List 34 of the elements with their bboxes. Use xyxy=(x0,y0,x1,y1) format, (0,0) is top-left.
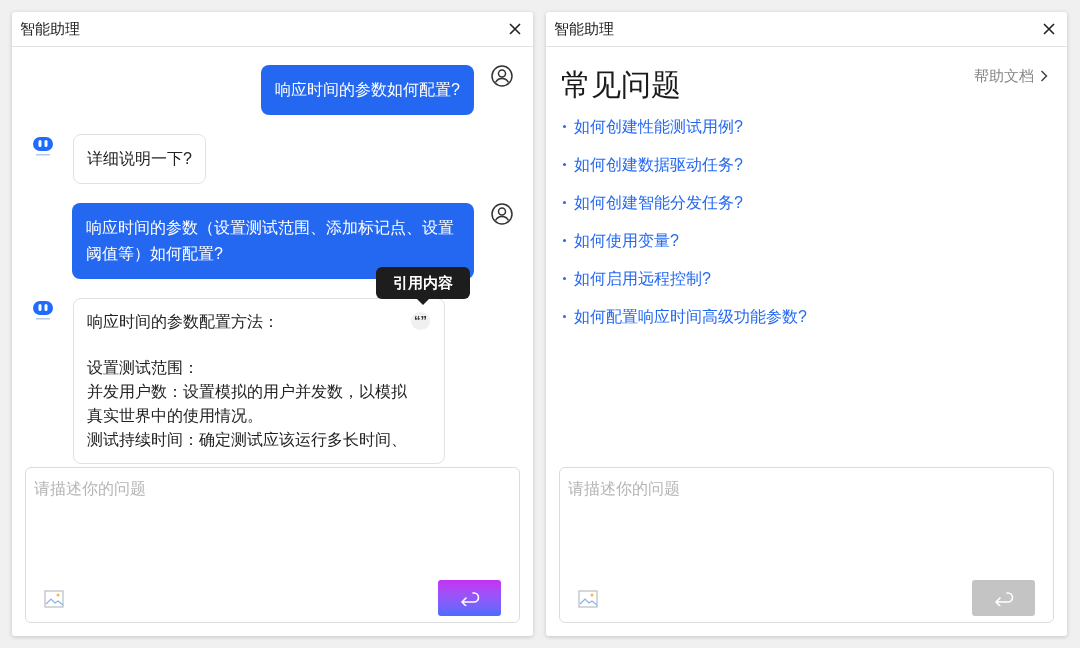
answer-text: 测试持续时间：确定测试应该运行多长时间、 xyxy=(87,430,407,450)
faq-link[interactable]: 如何创建智能分发任务? xyxy=(561,191,1052,214)
enter-icon xyxy=(992,590,1015,606)
faq-link[interactable]: 如何创建性能测试用例? xyxy=(561,115,1052,138)
user-avatar-icon xyxy=(491,203,513,225)
tooltip-pointer xyxy=(417,299,429,305)
send-button[interactable] xyxy=(438,580,501,616)
user-avatar-icon xyxy=(491,65,513,87)
chevron-right-icon xyxy=(1040,70,1048,83)
robot-avatar-icon xyxy=(32,300,54,320)
faq-link[interactable]: 如何使用变量? xyxy=(561,229,1052,252)
faq-link[interactable]: 如何启用远程控制? xyxy=(561,267,1052,290)
help-docs-link[interactable]: 帮助文档 xyxy=(974,65,1048,88)
image-icon[interactable] xyxy=(578,590,598,608)
input-box[interactable]: 请描述你的问题 xyxy=(25,467,520,623)
input-box[interactable]: 请描述你的问题 xyxy=(559,467,1054,623)
quote-button[interactable]: “” xyxy=(411,312,430,330)
robot-avatar-icon xyxy=(32,136,54,156)
panel-title: 智能助理 xyxy=(20,18,80,39)
answer-text: 设置测试范围： xyxy=(87,358,199,378)
close-icon[interactable] xyxy=(509,23,521,35)
user-message: 响应时间的参数如何配置? xyxy=(261,65,474,115)
panel-title: 智能助理 xyxy=(554,18,614,39)
faq-link[interactable]: 如何配置响应时间高级功能参数? xyxy=(561,305,1052,328)
image-icon[interactable] xyxy=(44,590,64,608)
faq-heading: 常见问题 xyxy=(561,67,681,103)
answer-text: 响应时间的参数配置方法： xyxy=(87,312,279,332)
close-icon[interactable] xyxy=(1043,23,1055,35)
assistant-message: 详细说明一下? xyxy=(73,134,206,184)
faq-link[interactable]: 如何创建数据驱动任务? xyxy=(561,153,1052,176)
answer-text: 并发用户数：设置模拟的用户并发数，以模拟真实世界中的使用情况。 xyxy=(87,382,408,426)
question-input[interactable]: 请描述你的问题 xyxy=(560,468,1053,580)
question-input[interactable]: 请描述你的问题 xyxy=(26,468,519,580)
enter-icon xyxy=(458,590,481,606)
